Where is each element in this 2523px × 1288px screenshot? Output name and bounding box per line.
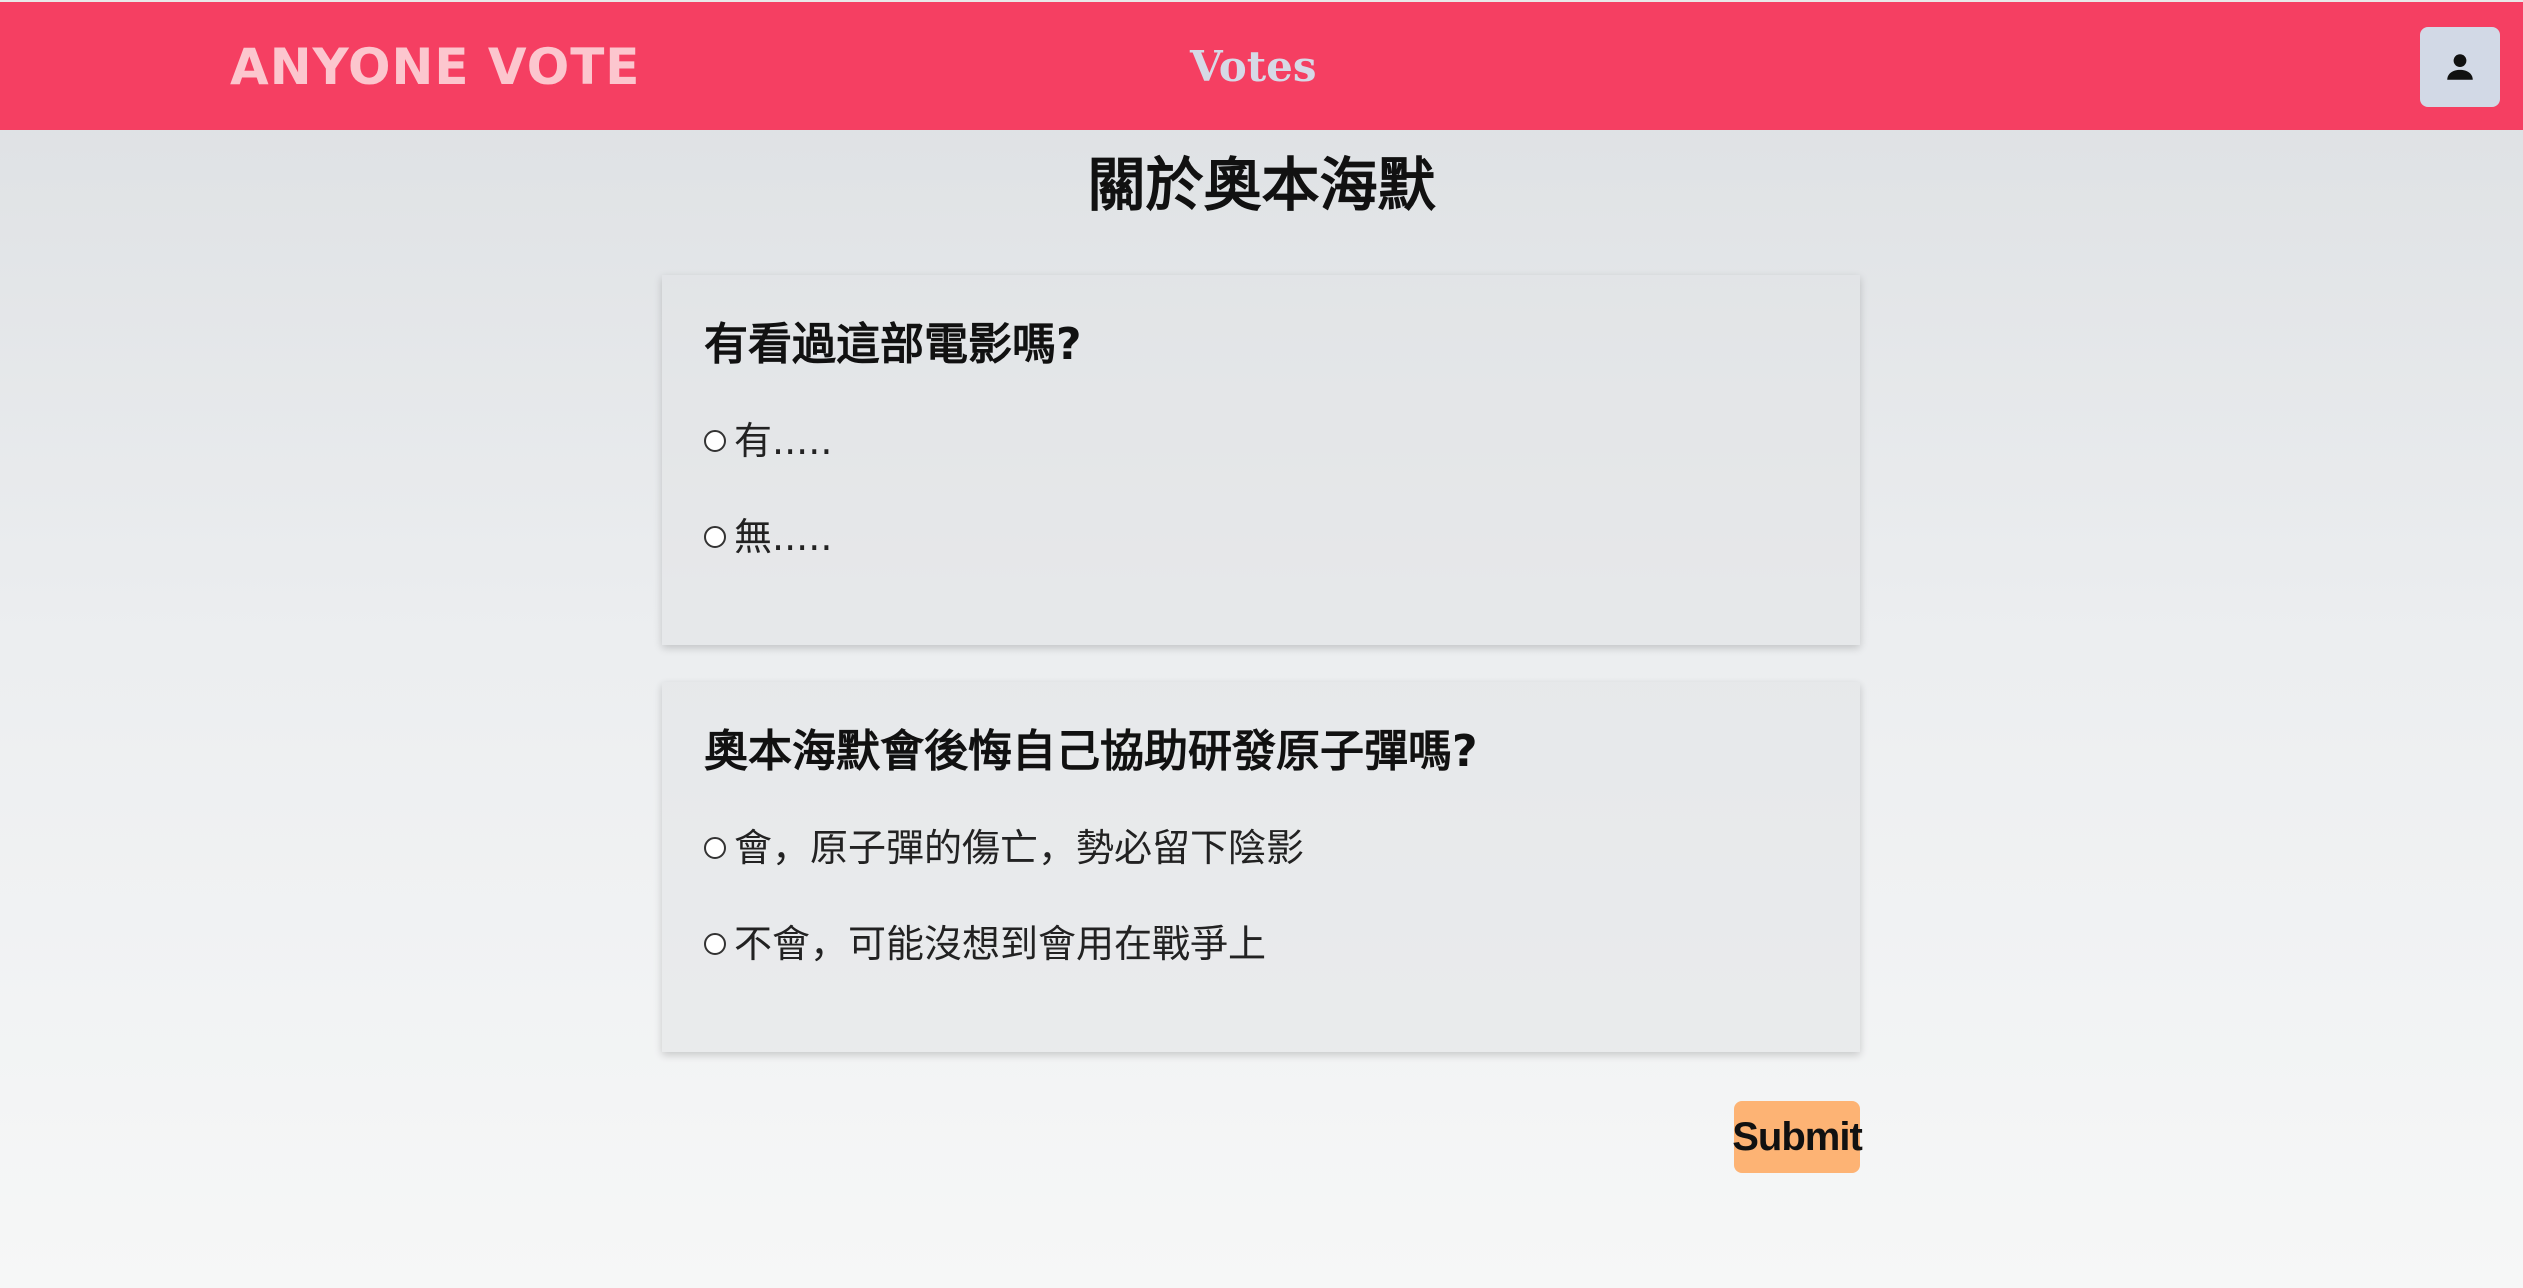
answer-option-label: 無.....	[734, 515, 833, 559]
user-icon	[2443, 50, 2477, 84]
question-title: 有看過這部電影嗎?	[704, 319, 1082, 370]
question-title: 奧本海默會後悔自己協助研發原子彈嗎?	[704, 726, 1478, 777]
answer-option[interactable]: 不會，可能沒想到會用在戰爭上	[704, 916, 1818, 972]
account-button[interactable]	[2420, 27, 2500, 107]
answer-option[interactable]: 有.....	[704, 413, 1818, 469]
radio-button[interactable]	[704, 526, 726, 548]
answer-option[interactable]: 無.....	[704, 509, 1818, 565]
brand-logo[interactable]: ANYONE VOTE	[230, 32, 640, 102]
question-card: 奧本海默會後悔自己協助研發原子彈嗎? 會，原子彈的傷亡，勢必留下陰影 不會，可能…	[662, 682, 1860, 1052]
answer-option-label: 有.....	[734, 419, 833, 463]
answer-option[interactable]: 會，原子彈的傷亡，勢必留下陰影	[704, 820, 1818, 876]
answer-option-label: 不會，可能沒想到會用在戰爭上	[734, 922, 1267, 966]
page-title: 關於奧本海默	[1087, 151, 1436, 219]
question-card: 有看過這部電影嗎? 有..... 無.....	[662, 275, 1860, 645]
radio-button[interactable]	[704, 837, 726, 859]
top-navbar: ANYONE VOTE Votes	[0, 0, 2523, 130]
radio-button[interactable]	[704, 430, 726, 452]
answer-option-label: 會，原子彈的傷亡，勢必留下陰影	[734, 826, 1305, 870]
submit-button[interactable]: Submit	[1732, 1101, 1863, 1173]
nav-link-votes[interactable]: Votes	[1190, 32, 1317, 102]
radio-button[interactable]	[704, 933, 726, 955]
